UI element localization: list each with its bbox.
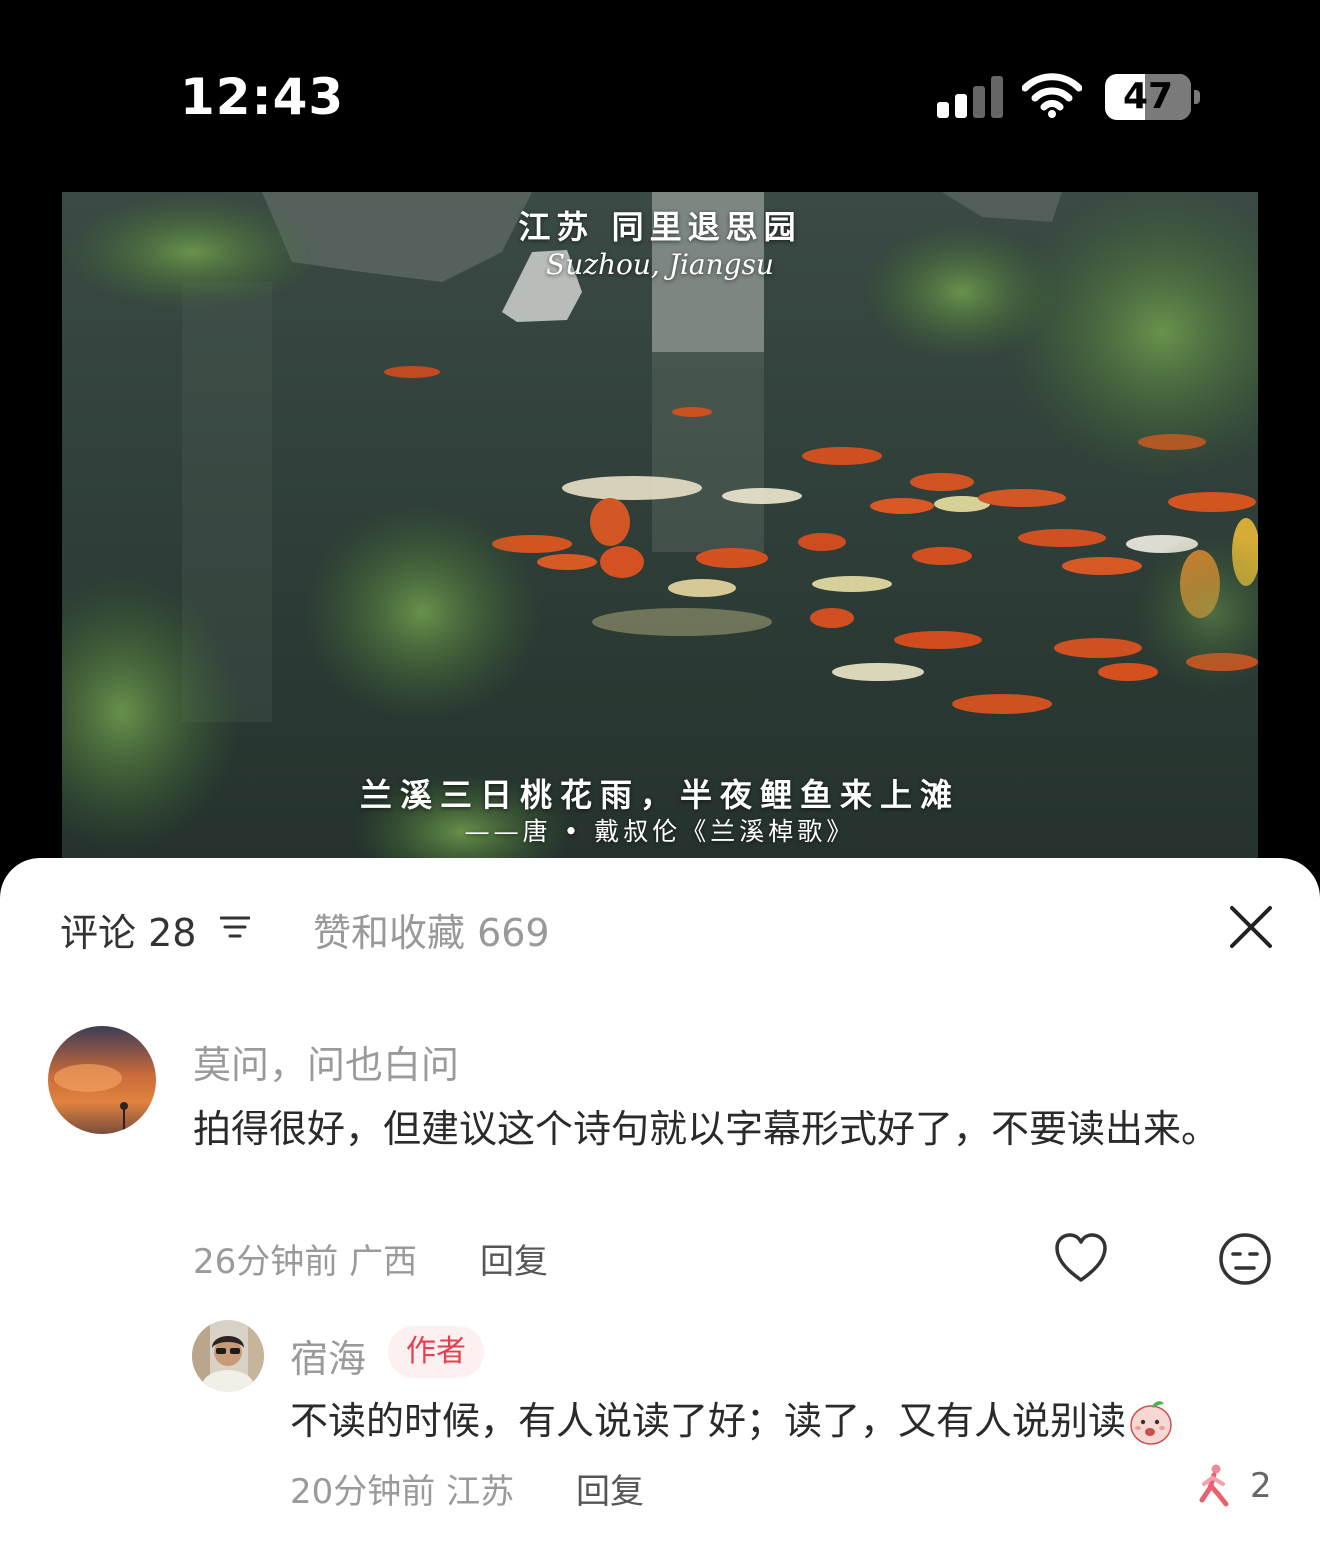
video-player[interactable]: 江苏 同里退思园 Suzhou, Jiangsu 兰溪三日桃花雨，半夜鲤鱼来上滩… — [62, 192, 1258, 862]
reply-username[interactable]: 宿海 — [290, 1328, 366, 1383]
comment-meta: 26分钟前 广西 — [193, 1242, 418, 1282]
reply-text: 不读的时候，有人说读了好；读了，又有人说别读 — [290, 1399, 1127, 1443]
battery-icon: 47 — [1105, 74, 1191, 120]
cellular-signal-icon — [937, 76, 1003, 118]
reply-button[interactable]: 回复 — [480, 1234, 548, 1283]
sort-lines-icon[interactable] — [220, 914, 250, 940]
comment-text: 拍得很好，但建议这个诗句就以字幕形式好了，不要读出来。 — [193, 1107, 1220, 1151]
koi-pond-scene — [62, 192, 1258, 862]
location-title-cn: 江苏 同里退思园 — [518, 208, 802, 246]
heart-icon[interactable] — [1054, 1232, 1108, 1284]
battery-level: 47 — [1122, 76, 1174, 117]
location-title-en: Suzhou, Jiangsu — [546, 248, 774, 281]
status-bar: 12:43 47 — [0, 0, 1320, 190]
poem-caption: 兰溪三日桃花雨，半夜鲤鱼来上滩 — [359, 776, 960, 814]
avatar[interactable] — [48, 1026, 156, 1134]
reply-text-line: 不读的时候，有人说读了好；读了，又有人说别读 — [290, 1392, 1176, 1450]
battery-tip — [1194, 90, 1200, 104]
close-icon[interactable] — [1228, 904, 1274, 950]
clock: 12:43 — [180, 68, 345, 126]
author-badge: 作者 — [388, 1326, 484, 1378]
avatar[interactable] — [192, 1320, 264, 1392]
tab-comments[interactable]: 评论 28 — [60, 902, 196, 957]
dislike-face-icon[interactable] — [1218, 1232, 1272, 1286]
reply-button[interactable]: 回复 — [576, 1464, 644, 1513]
peach-emoji-icon — [1130, 1401, 1172, 1445]
tab-likes-favorites[interactable]: 赞和收藏 669 — [313, 902, 550, 957]
reply-meta: 20分钟前 江苏 — [290, 1472, 515, 1512]
comment-sheet: 评论 28 赞和收藏 669 莫问，问也白问 拍得很好，但建议这个诗句就以字幕形… — [0, 858, 1320, 1568]
walking-person-icon[interactable] — [1196, 1464, 1232, 1508]
like-count: 2 — [1250, 1466, 1272, 1506]
wifi-icon — [1022, 73, 1082, 118]
poem-source: ——唐 • 戴叔伦《兰溪棹歌》 — [464, 817, 856, 846]
comment-username[interactable]: 莫问，问也白问 — [193, 1034, 459, 1089]
